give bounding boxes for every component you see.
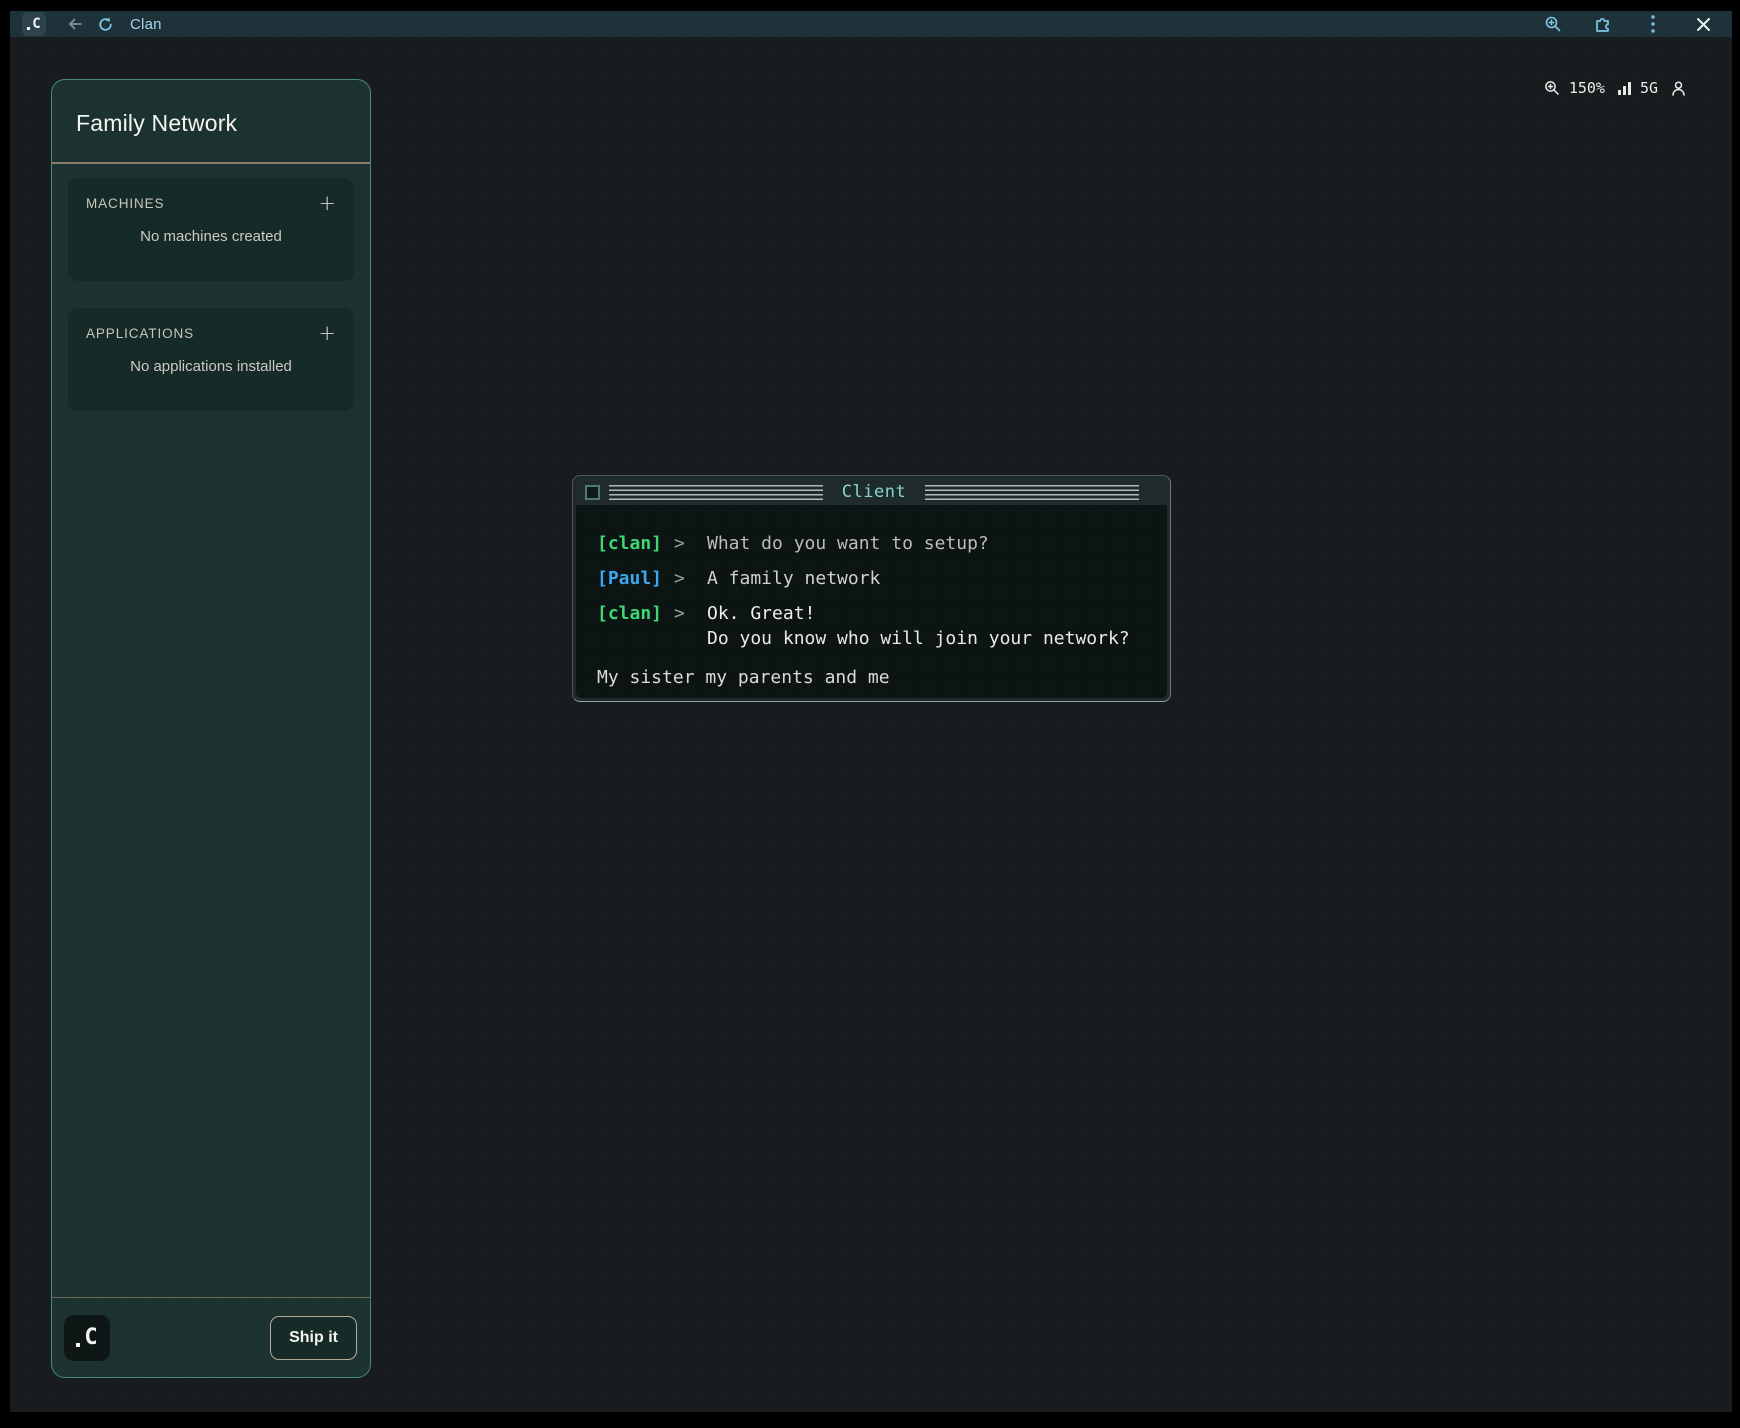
close-window-button[interactable] [1690,11,1716,37]
applications-empty-text: No applications installed [86,358,336,375]
window-titlebar: C Clan [10,11,1732,37]
app-logo-button[interactable]: C [22,12,46,36]
titlebar-stripes-left [609,485,823,500]
prompt-symbol: > [674,566,707,591]
sidebar-panel: Family Network MACHINES + No machines cr… [51,79,371,1378]
chat-message: A family network [707,566,880,591]
add-application-button[interactable]: + [318,325,336,341]
reload-button[interactable] [92,11,118,37]
tab-title: Clan [130,16,162,33]
clan-tag: [clan] [597,601,674,626]
main-area: 150% 5G Family Network MACHINES + No mac… [10,37,1732,1412]
back-button[interactable] [62,11,88,37]
machines-empty-text: No machines created [86,228,336,245]
applications-section: APPLICATIONS + No applications installed [68,308,354,411]
machines-section-title: MACHINES [86,196,164,211]
titlebar-stripes-right [925,485,1139,500]
sidebar-divider [52,162,370,164]
titlebar-controls [1540,11,1716,37]
person-icon [1670,80,1687,97]
add-machine-button[interactable]: + [318,195,336,211]
network-label: 5G [1640,79,1658,97]
back-arrow-icon [66,15,84,33]
chat-message: Ok. Great! [707,601,815,626]
chat-message-continued: Do you know who will join your network? [707,626,1149,651]
client-window: Client [clan] > What do you want to setu… [572,475,1171,702]
clan-logo-badge: C [64,1315,110,1361]
zoom-in-icon [1544,15,1562,33]
chat-line-group: [clan] > Ok. Great! Do you know who will… [597,601,1149,651]
reload-icon [97,16,114,33]
desktop-frame: C Clan [0,0,1740,1428]
zoom-level-icon [1544,80,1560,96]
menu-button[interactable] [1640,11,1666,37]
kebab-menu-icon [1650,14,1656,34]
chat-line: [Paul] > A family network [597,566,1149,591]
puzzle-piece-icon [1593,14,1613,34]
signal-bars-icon [1618,82,1631,95]
ship-it-button[interactable]: Ship it [270,1316,357,1360]
client-terminal[interactable]: [clan] > What do you want to setup? [Pau… [576,505,1167,698]
clan-tag: [clan] [597,531,674,556]
sidebar-footer: C Ship it [52,1297,370,1377]
machines-section: MACHINES + No machines created [68,178,354,281]
clan-logo-icon: C [27,17,40,31]
page-title: Family Network [76,110,346,137]
applications-section-title: APPLICATIONS [86,326,194,341]
clan-logo-icon: C [76,1327,97,1349]
close-icon [1696,17,1711,32]
zoom-level-value: 150% [1569,79,1605,97]
sidebar-header: Family Network [52,80,370,137]
prompt-symbol: > [674,531,707,556]
paul-tag: [Paul] [597,566,674,591]
client-close-box-icon[interactable] [585,485,600,500]
client-titlebar[interactable]: Client [576,479,1167,505]
chat-line: [clan] > What do you want to setup? [597,531,1149,556]
client-window-title: Client [832,482,916,502]
prompt-symbol: > [674,601,707,626]
zoom-in-button[interactable] [1540,11,1566,37]
chat-message: What do you want to setup? [707,531,989,556]
user-input-line[interactable]: My sister my parents and me [597,665,1149,690]
status-indicators: 150% 5G [1544,79,1687,97]
extensions-button[interactable] [1590,11,1616,37]
